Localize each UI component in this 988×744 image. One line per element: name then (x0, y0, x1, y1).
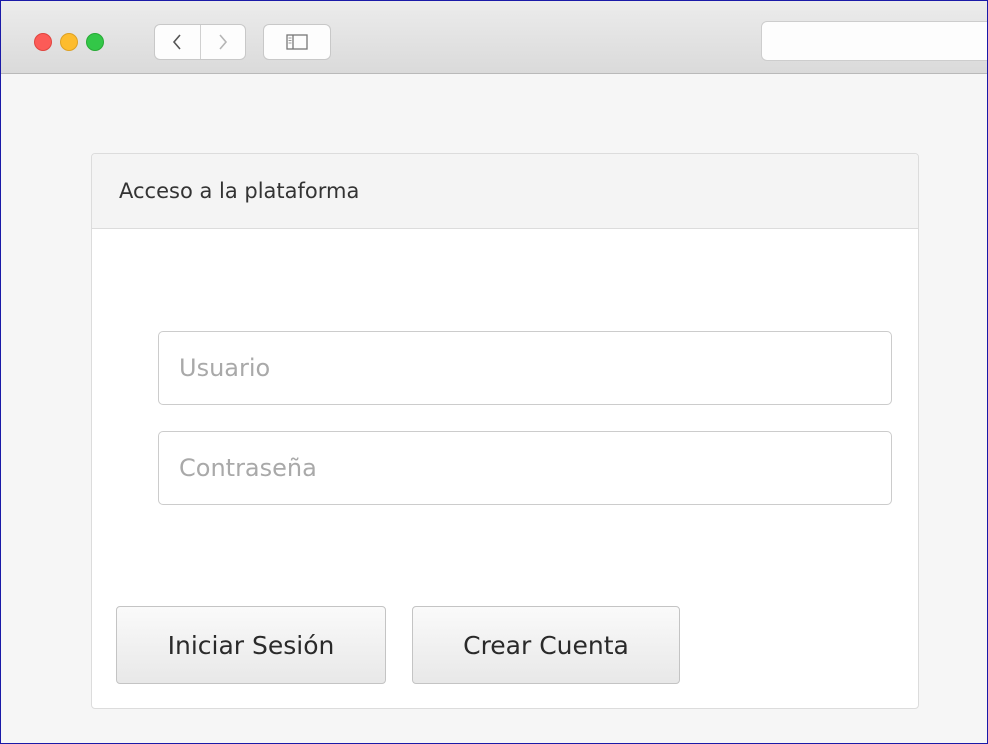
login-button-label: Iniciar Sesión (167, 630, 335, 660)
zoom-window-button[interactable] (86, 33, 104, 51)
create-account-button[interactable]: Crear Cuenta (412, 606, 680, 684)
username-field[interactable] (158, 331, 892, 405)
address-bar[interactable] (761, 21, 987, 61)
create-account-button-label: Crear Cuenta (463, 630, 629, 660)
navigation-buttons (154, 24, 246, 60)
password-field[interactable] (158, 431, 892, 505)
sidebar-toggle-button[interactable] (263, 24, 331, 60)
close-window-button[interactable] (34, 33, 52, 51)
back-button[interactable] (155, 25, 200, 59)
panel-title: Acceso a la plataforma (119, 179, 360, 203)
panel-header: Acceso a la plataforma (92, 154, 918, 229)
login-panel: Acceso a la plataforma Iniciar Sesión Cr… (91, 153, 919, 709)
browser-window: Acceso a la plataforma Iniciar Sesión Cr… (0, 0, 988, 744)
chevron-right-icon (219, 34, 227, 50)
sidebar-icon (286, 34, 308, 50)
browser-toolbar (1, 1, 987, 74)
forward-button[interactable] (199, 25, 246, 59)
chevron-left-icon (173, 34, 181, 50)
login-button[interactable]: Iniciar Sesión (116, 606, 386, 684)
minimize-window-button[interactable] (60, 33, 78, 51)
